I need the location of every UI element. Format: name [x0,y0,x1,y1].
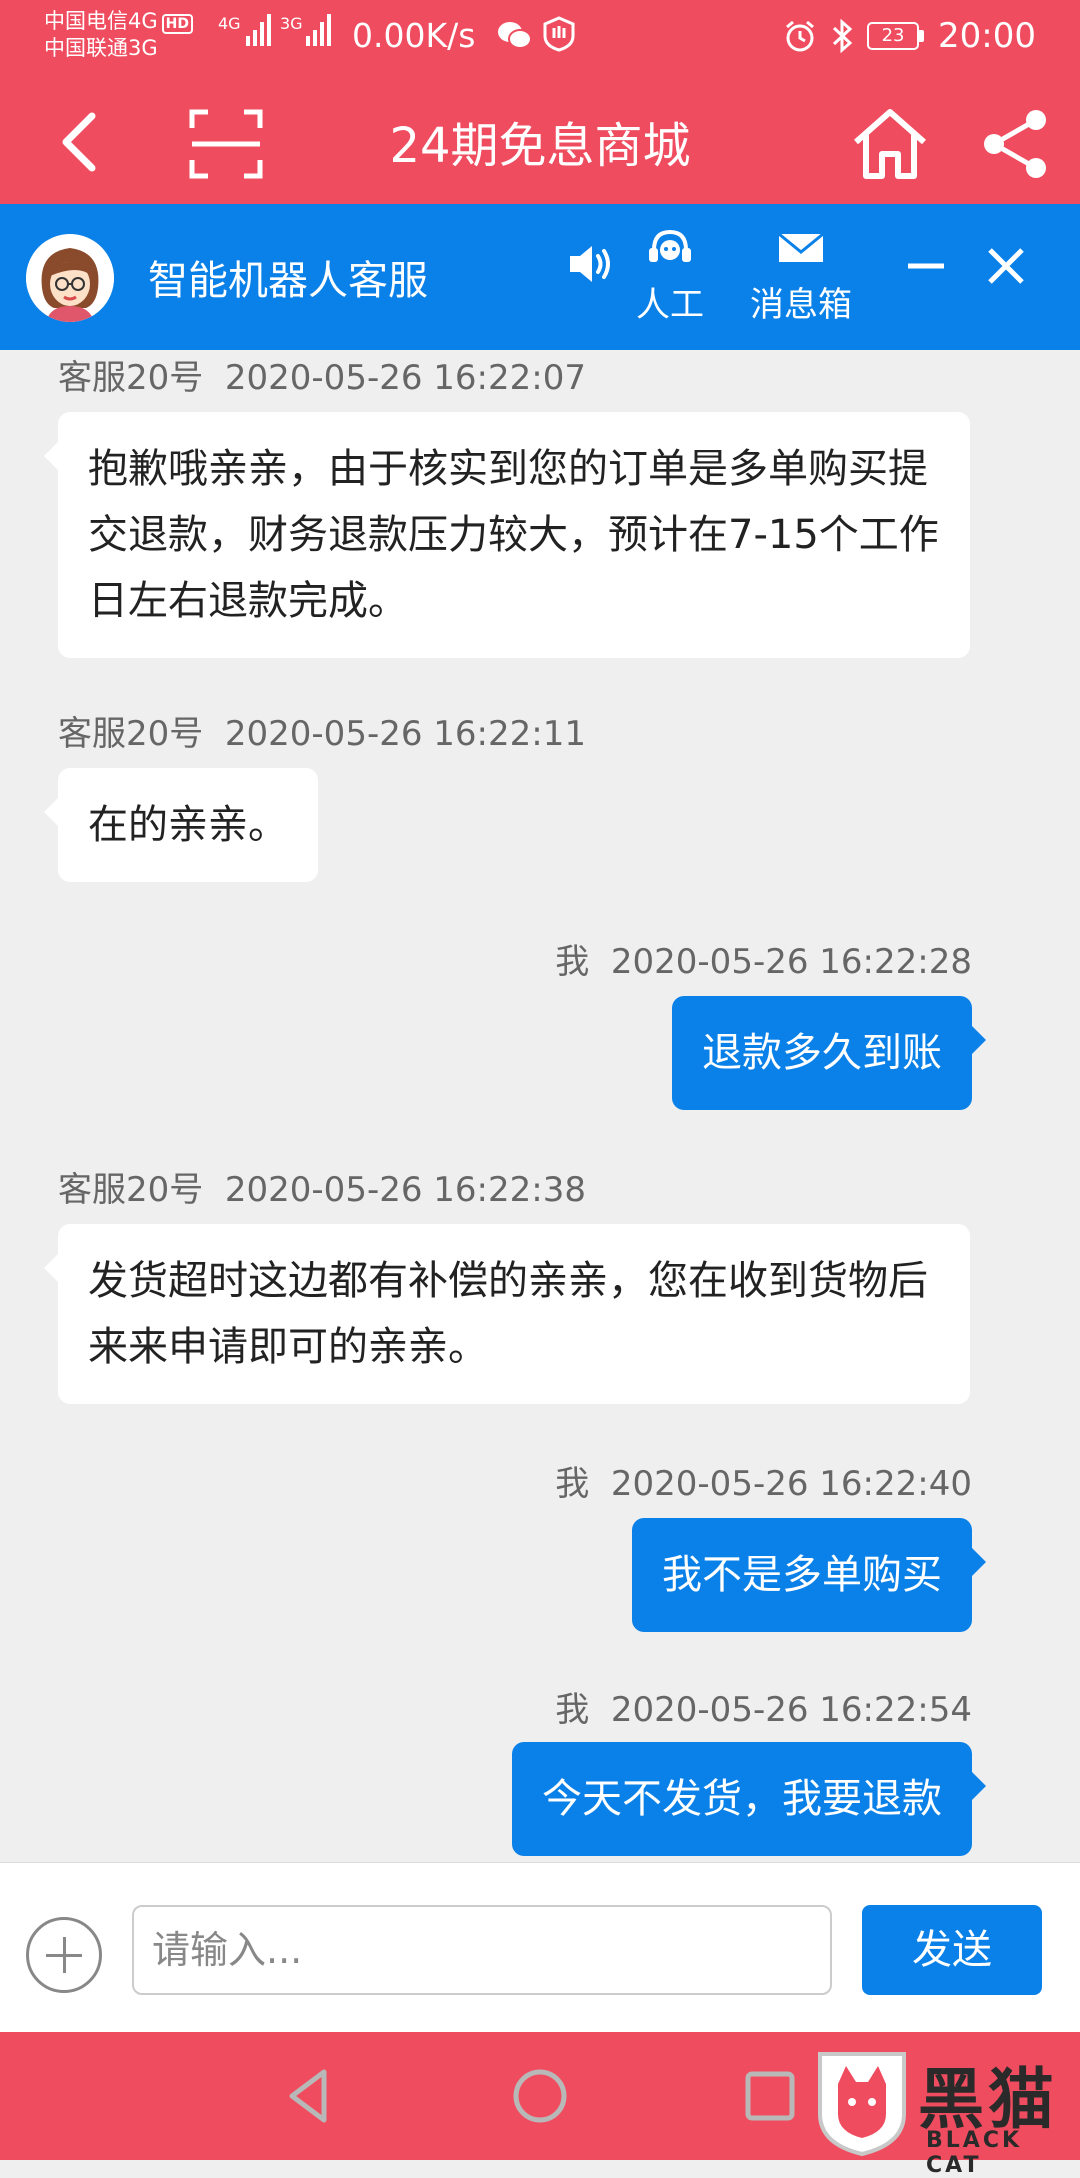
message-sender: 客服20号 [58,714,204,754]
app-header: 24期免息商城 [0,72,1080,204]
message-meta: 客服20号 2020-05-26 16:22:11 [58,706,586,755]
message-input-bar: 发送 [0,1862,1080,2032]
agent-message-bubble: 抱歉哦亲亲，由于核实到您的订单是多单购买提交退款，财务退款压力较大，预计在7-1… [44,412,970,658]
carrier-info: 中国电信4G HD 中国联通3G [44,8,193,62]
home-circle-icon[interactable] [510,2066,570,2126]
message-sender: 我 [555,942,590,982]
chat-area[interactable]: 客服20号 2020-05-26 16:22:07 抱歉哦亲亲，由于核实到您的订… [0,350,1080,1862]
black-cat-logo-icon [818,2052,906,2156]
hd-badge: HD [161,14,193,34]
message-meta: 我 2020-05-26 16:22:54 [555,1682,972,1731]
recent-apps-square-icon[interactable] [740,2066,800,2126]
avatar [26,234,114,322]
clock: 20:00 [938,16,1036,56]
message-meta: 我 2020-05-26 16:22:28 [555,934,972,983]
message-meta: 客服20号 2020-05-26 16:22:07 [58,350,586,399]
bluetooth-icon [832,19,853,53]
message-sender: 我 [555,1464,590,1504]
battery-level: 23 [867,22,920,50]
status-right: 23 20:00 [783,14,1036,58]
message-sender: 客服20号 [58,358,204,398]
close-icon[interactable] [986,246,1026,286]
add-attachment-button[interactable] [26,1917,102,1993]
network-3g-label: 3G [280,14,303,33]
home-icon[interactable] [850,104,930,184]
message-input[interactable] [132,1905,832,1995]
message-meta: 我 2020-05-26 16:22:40 [555,1456,972,1505]
back-triangle-icon[interactable] [280,2066,340,2126]
envelope-icon [778,232,824,262]
minimize-icon[interactable] [906,256,946,276]
message-sender: 客服20号 [58,1170,204,1210]
speaker-icon[interactable] [566,242,614,286]
robot-service-bar: 智能机器人客服 人工 消息箱 [0,204,1080,350]
send-button[interactable]: 发送 [862,1905,1042,1995]
message-time: 2020-05-26 16:22:07 [224,358,586,398]
shield-app-icon [543,16,575,52]
human-service-label: 人工 [636,285,704,325]
my-message-bubble: 退款多久到账 [672,996,986,1110]
message-time: 2020-05-26 16:22:40 [610,1464,972,1504]
network-speed: 0.00K/s [352,16,476,55]
wechat-icon [498,22,532,49]
message-time: 2020-05-26 16:22:38 [224,1170,586,1210]
agent-message-bubble: 发货超时这边都有补偿的亲亲，您在收到货物后来来申请即可的亲亲。 [44,1224,970,1404]
message-time: 2020-05-26 16:22:28 [610,942,972,982]
headset-icon [649,229,691,262]
watermark-subtext: BLACK CAT [926,2128,1023,2178]
network-4g-label: 4G [218,14,241,33]
carrier-2: 中国联通3G [44,36,158,60]
agent-message-bubble: 在的亲亲。 [44,768,318,882]
battery-icon: 23 [867,22,925,50]
robot-service-name: 智能机器人客服 [148,258,428,304]
my-message-bubble: 今天不发货，我要退款 [512,1742,986,1856]
message-time: 2020-05-26 16:22:54 [610,1690,972,1730]
status-bar: 中国电信4G HD 中国联通3G 4G 3G 0.00K/s 23 20:00 [0,0,1080,72]
message-meta: 客服20号 2020-05-26 16:22:38 [58,1162,586,1211]
message-sender: 我 [555,1690,590,1730]
inbox-label: 消息箱 [750,285,852,325]
alarm-icon [786,20,814,52]
human-service-button[interactable]: 人工 [630,226,710,326]
black-cat-watermark: 黑猫 BLACK CAT [808,2040,1080,2178]
inbox-button[interactable]: 消息箱 [744,226,858,326]
signal-strength-icon-2 [306,14,331,46]
my-message-bubble: 我不是多单购买 [632,1518,986,1632]
message-time: 2020-05-26 16:22:11 [224,714,586,754]
signal-strength-icon [246,14,271,46]
carrier-1: 中国电信4G [44,9,158,33]
share-icon[interactable] [976,104,1056,184]
